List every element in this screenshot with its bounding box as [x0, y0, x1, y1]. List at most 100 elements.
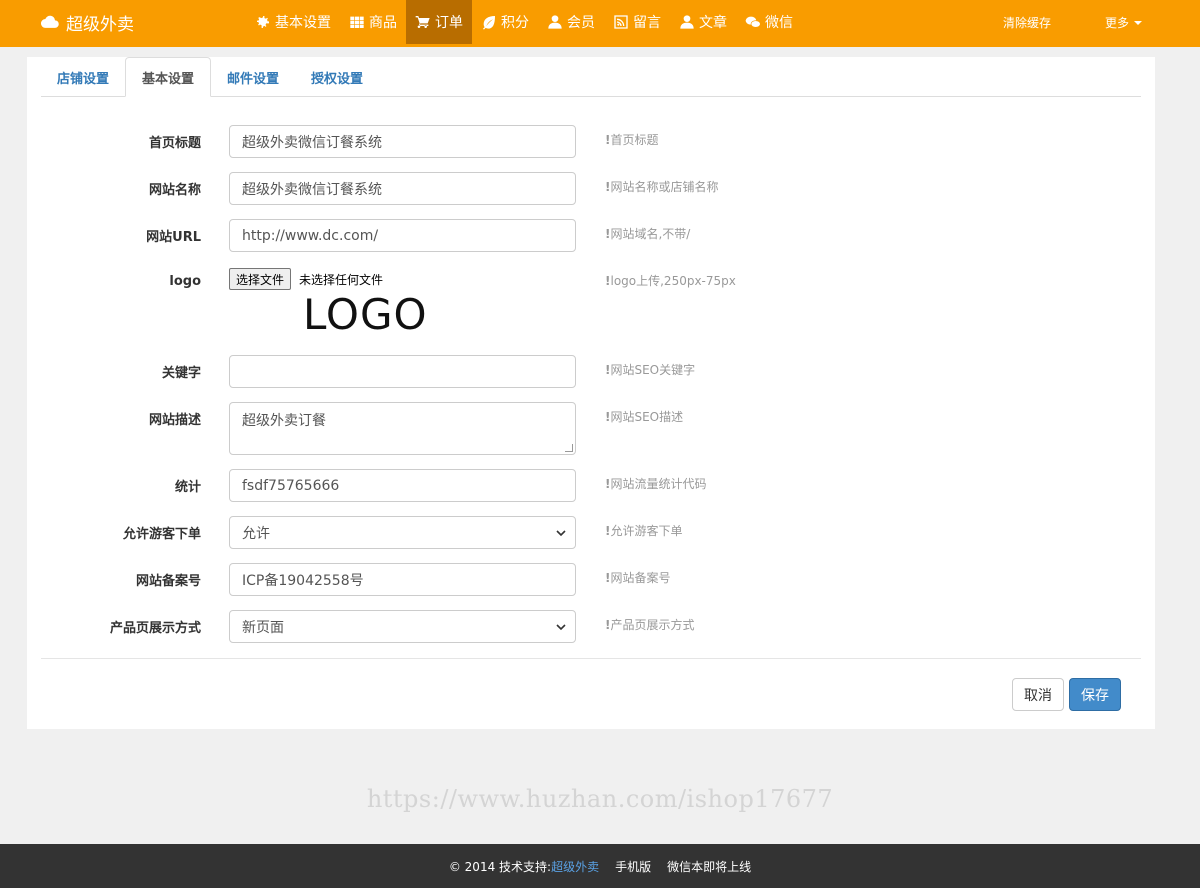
site-url-input[interactable]: http://www.dc.com/ [229, 219, 576, 252]
logo-help: !logo上传,250px-75px [605, 274, 736, 288]
stats-label: 统计 [174, 480, 201, 495]
nav-item-members[interactable]: 会员 [538, 0, 604, 44]
chat-icon [745, 16, 761, 28]
stats-help: !网站流量统计代码 [605, 477, 707, 491]
nav-item-wechat[interactable]: 微信 [736, 0, 802, 44]
footer: © 2014 技术支持:超级外卖 手机版 微信本即将上线 [0, 844, 1200, 888]
user-icon [548, 15, 562, 29]
wechat-notice: 微信本即将上线 [667, 859, 752, 874]
home-title-help: !首页标题 [605, 133, 659, 147]
guest-order-help: !允许游客下单 [605, 524, 683, 538]
keywords-label: 关键字 [161, 366, 201, 381]
tab-email-settings[interactable]: 邮件设置 [211, 57, 295, 97]
product-display-help: !产品页展示方式 [605, 618, 695, 632]
input-value: 超级外卖微信订餐系统 [242, 181, 382, 198]
form-divider [41, 658, 1141, 659]
product-display-label: 产品页展示方式 [109, 621, 201, 636]
guest-order-select[interactable]: 允许 [229, 516, 576, 549]
gear-icon [257, 16, 269, 28]
site-url-help: !网站域名,不带/ [605, 227, 691, 241]
nav-item-basic-settings[interactable]: 基本设置 [246, 0, 340, 44]
description-label: 网站描述 [148, 413, 201, 428]
chevron-down-icon [556, 529, 566, 536]
keywords-help: !网站SEO关键字 [605, 363, 696, 377]
nav-label: 商品 [369, 15, 397, 31]
nav-label: 留言 [633, 15, 661, 31]
help-text: 网站SEO描述 [610, 410, 684, 424]
description-textarea[interactable]: 超级外卖订餐 [229, 402, 576, 455]
brand[interactable]: 超级外卖 [40, 0, 134, 44]
help-text: 网站域名,不带/ [610, 227, 691, 241]
home-title-label: 首页标题 [148, 136, 201, 151]
tab-store-settings[interactable]: 店铺设置 [41, 57, 125, 97]
clear-cache-link[interactable]: 清除缓存 [1003, 14, 1051, 31]
input-value: http://www.dc.com/ [242, 227, 379, 244]
cart-icon [415, 16, 430, 29]
home-title-input[interactable]: 超级外卖微信订餐系统 [229, 125, 576, 158]
save-button[interactable]: 保存 [1069, 678, 1121, 711]
stats-input[interactable]: fsdf75765666 [229, 469, 576, 502]
settings-tabs: 店铺设置 基本设置 邮件设置 授权设置 [41, 57, 1141, 97]
company-link[interactable]: 超级外卖 [551, 860, 599, 874]
nav-label: 积分 [501, 15, 529, 31]
file-status: 未选择任何文件 [299, 273, 384, 287]
more-dropdown[interactable]: 更多 [1105, 14, 1142, 31]
help-text: 允许游客下单 [610, 524, 683, 538]
cloud-icon [40, 15, 59, 28]
grid-icon [350, 16, 364, 28]
nav-item-articles[interactable]: 文章 [670, 0, 736, 44]
input-value: 超级外卖订餐 [242, 413, 326, 429]
guest-order-label: 允许游客下单 [122, 527, 201, 542]
site-url-label: 网站URL [146, 230, 201, 245]
help-text: logo上传,250px-75px [610, 274, 736, 288]
icp-help: !网站备案号 [605, 571, 671, 585]
logo-preview: LOGO [303, 290, 428, 339]
nav-label: 基本设置 [275, 15, 331, 31]
nav-item-products[interactable]: 商品 [340, 0, 406, 44]
input-value: fsdf75765666 [242, 477, 340, 494]
footer-copyright: © 2014 技术支持:超级外卖 [449, 858, 599, 875]
icp-input[interactable]: ICP备19042558号 [229, 563, 576, 596]
help-text: 首页标题 [610, 133, 659, 147]
site-name-label: 网站名称 [148, 183, 201, 198]
top-navbar: 超级外卖 基本设置 商品 订单 积分 会员 留言 文章 微信 清除缓存 更多 [0, 0, 1200, 47]
description-help: !网站SEO描述 [605, 410, 684, 424]
rss-icon [614, 15, 628, 29]
nav-item-points[interactable]: 积分 [472, 0, 538, 44]
brand-name: 超级外卖 [66, 14, 134, 35]
product-display-select[interactable]: 新页面 [229, 610, 576, 643]
input-value: ICP备19042558号 [242, 572, 364, 589]
input-value: 超级外卖微信订餐系统 [242, 134, 382, 151]
user-icon [680, 15, 694, 29]
help-text: 网站SEO关键字 [610, 363, 696, 377]
resize-grip-icon[interactable] [565, 444, 573, 452]
chevron-down-icon [556, 623, 566, 630]
help-text: 网站流量统计代码 [610, 477, 707, 491]
main-nav: 基本设置 商品 订单 积分 会员 留言 文章 微信 [246, 0, 802, 44]
nav-item-orders[interactable]: 订单 [406, 0, 472, 44]
nav-label: 微信 [765, 15, 793, 31]
nav-label: 订单 [435, 15, 463, 31]
settings-panel: 店铺设置 基本设置 邮件设置 授权设置 首页标题 超级外卖微信订餐系统 !首页标… [27, 57, 1155, 729]
more-label: 更多 [1104, 15, 1129, 30]
cancel-button[interactable]: 取消 [1012, 678, 1064, 711]
tab-basic-settings[interactable]: 基本设置 [125, 57, 212, 97]
caret-down-icon [1134, 21, 1142, 25]
help-text: 网站名称或店铺名称 [610, 180, 719, 194]
keywords-input[interactable] [229, 355, 576, 388]
nav-label: 会员 [567, 15, 595, 31]
site-name-help: !网站名称或店铺名称 [605, 180, 719, 194]
copyright-text: © 2014 技术支持: [448, 859, 552, 874]
site-name-input[interactable]: 超级外卖微信订餐系统 [229, 172, 576, 205]
tab-license-settings[interactable]: 授权设置 [295, 57, 379, 97]
leaf-icon [483, 16, 495, 30]
icp-label: 网站备案号 [135, 574, 201, 589]
choose-file-button[interactable]: 选择文件 [229, 268, 292, 290]
logo-label: logo [169, 274, 201, 289]
watermark: https://www.huzhan.com/ishop17677 [366, 785, 834, 813]
select-value: 允许 [242, 525, 270, 542]
nav-item-messages[interactable]: 留言 [604, 0, 670, 44]
mobile-link[interactable]: 手机版 [615, 858, 651, 875]
select-value: 新页面 [242, 619, 284, 636]
nav-right: 清除缓存 更多 [1003, 0, 1142, 44]
